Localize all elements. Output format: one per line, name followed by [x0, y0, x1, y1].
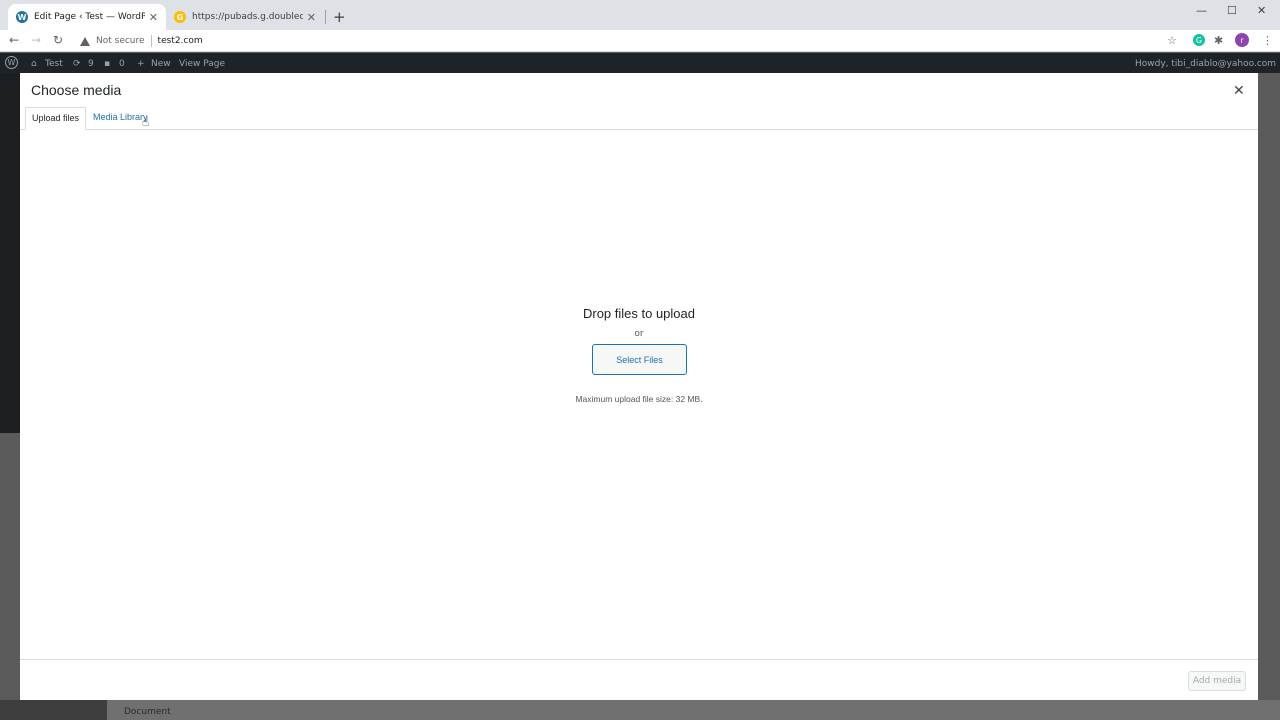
forward-icon[interactable]: → — [31, 33, 41, 47]
howdy-account-link[interactable]: Howdy, tibi_diablo@yahoo.com — [1135, 59, 1276, 69]
updates-count[interactable]: 9 — [88, 59, 94, 69]
comments-count[interactable]: 0 — [119, 59, 125, 69]
or-label: or — [634, 329, 644, 339]
window-close-icon[interactable]: ✕ — [1257, 4, 1266, 17]
bookmark-star-icon[interactable]: ☆ — [1167, 34, 1177, 47]
new-tab-icon[interactable]: + — [333, 8, 346, 26]
minimize-icon[interactable]: — — [1196, 4, 1207, 17]
tab-title: Edit Page ‹ Test — WordPress — [34, 12, 145, 22]
address-bar[interactable]: Not secure test2.com — [78, 32, 1184, 50]
security-label: Not secure — [96, 36, 145, 46]
choose-media-modal: Choose media ✕ Upload files Media Librar… — [20, 73, 1258, 700]
wp-admin-bar: W ⌂ Test ⟳ 9 ▪ 0 + New View Page Howdy, … — [0, 53, 1280, 73]
reload-icon[interactable]: ↻ — [53, 33, 63, 47]
warning-icon — [80, 36, 90, 46]
modal-title: Choose media — [31, 82, 122, 98]
close-icon[interactable]: ✕ — [307, 11, 316, 24]
new-content-link[interactable]: New — [151, 59, 171, 69]
updates-icon: ⟳ — [73, 59, 81, 69]
editor-panel-dimmed — [107, 700, 1280, 720]
profile-avatar[interactable]: r — [1235, 33, 1249, 47]
url-text: test2.com — [157, 36, 203, 46]
drop-files-heading: Drop files to upload — [582, 306, 695, 321]
max-upload-size-text: Maximum upload file size: 32 MB. — [575, 394, 703, 404]
admin-sidebar-dimmed — [0, 73, 20, 433]
site-name-link[interactable]: Test — [45, 59, 63, 69]
tab-upload-files[interactable]: Upload files — [25, 107, 87, 130]
menu-dots-icon[interactable]: ⋮ — [1262, 34, 1273, 47]
browser-tab-wordpress[interactable]: W Edit Page ‹ Test — WordPress ✕ — [8, 4, 166, 30]
wordpress-logo-icon[interactable]: W — [5, 56, 18, 69]
close-icon[interactable]: ✕ — [149, 11, 158, 24]
tab-divider — [325, 10, 326, 24]
select-files-button[interactable]: Select Files — [592, 344, 687, 375]
home-icon: ⌂ — [31, 59, 37, 69]
mouse-cursor-icon: ☝ — [142, 115, 150, 129]
omnibox-divider — [150, 35, 152, 47]
document-label: Document — [124, 707, 171, 717]
view-page-link[interactable]: View Page — [179, 59, 225, 69]
browser-toolbar: ← → ↻ Not secure test2.com ☆ ✱ ⋮ — [0, 30, 1280, 52]
tab-title: https://pubads.g.doubleclick.net/ — [192, 12, 303, 22]
extensions-icon[interactable]: ✱ — [1214, 34, 1223, 47]
google-icon: G — [174, 11, 186, 23]
maximize-icon[interactable]: ☐ — [1227, 4, 1237, 17]
browser-tab-doubleclick[interactable]: G https://pubads.g.doubleclick.net/ ✕ — [166, 4, 324, 30]
modal-footer: Add media — [20, 659, 1258, 700]
modal-tabs-divider — [20, 129, 1258, 130]
browser-tabstrip: W Edit Page ‹ Test — WordPress ✕ G https… — [0, 0, 1280, 30]
add-media-button[interactable]: Add media — [1188, 671, 1246, 691]
comments-icon: ▪ — [104, 59, 111, 69]
close-icon[interactable]: ✕ — [1233, 83, 1245, 99]
wordpress-icon: W — [16, 11, 28, 23]
grammarly-icon[interactable]: G — [1193, 34, 1205, 46]
back-icon[interactable]: ← — [9, 33, 19, 47]
plus-icon: + — [137, 59, 145, 69]
